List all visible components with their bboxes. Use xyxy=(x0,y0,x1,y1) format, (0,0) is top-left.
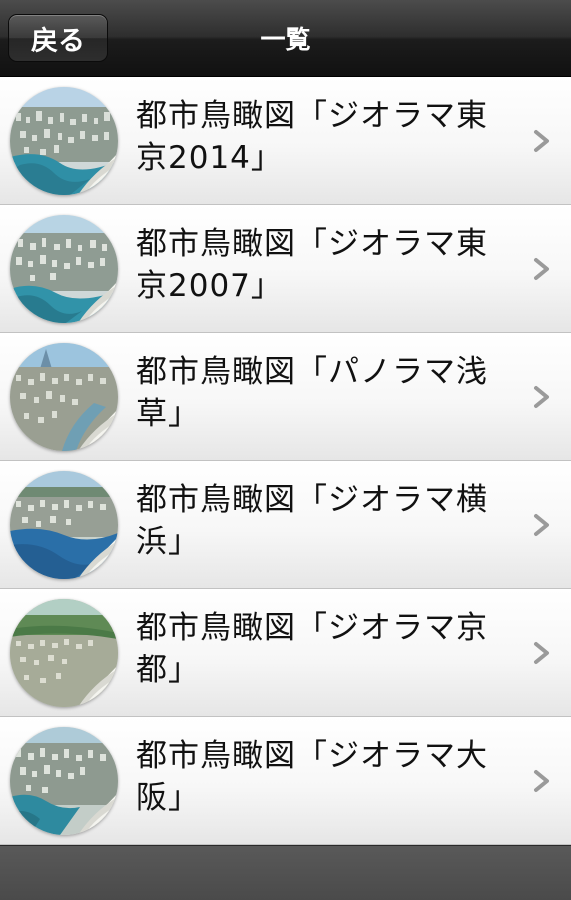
list-item-label: 都市鳥瞰図「ジオラマ東京2007」 xyxy=(136,226,488,304)
map-thumbnail-icon xyxy=(10,215,118,323)
map-list: 都市鳥瞰図「ジオラマ東京2014」 都市鳥瞰図「ジオラマ東京2007」 都市鳥瞰… xyxy=(0,77,571,845)
chevron-right-icon xyxy=(534,130,549,152)
list-item[interactable]: 都市鳥瞰図「ジオラマ東京2007」 xyxy=(0,205,571,333)
chevron-right-icon xyxy=(534,258,549,280)
back-button[interactable]: 戻る xyxy=(8,14,108,62)
list-item-label: 都市鳥瞰図「ジオラマ京都」 xyxy=(136,610,488,688)
list-item-label: 都市鳥瞰図「パノラマ浅草」 xyxy=(136,354,488,432)
app-screen: 戻る 一覧 都市鳥瞰図「ジオラマ東京2014」 都市鳥瞰図「ジオラマ東京2007… xyxy=(0,0,571,900)
map-thumbnail-icon xyxy=(10,343,118,451)
list-item-label: 都市鳥瞰図「ジオラマ大阪」 xyxy=(136,738,488,816)
list-item[interactable]: 都市鳥瞰図「ジオラマ大阪」 xyxy=(0,717,571,845)
bottom-bar xyxy=(0,845,571,900)
list-item[interactable]: 都市鳥瞰図「ジオラマ東京2014」 xyxy=(0,77,571,205)
chevron-right-icon xyxy=(534,514,549,536)
list-item[interactable]: 都市鳥瞰図「ジオラマ横浜」 xyxy=(0,461,571,589)
list-item-label: 都市鳥瞰図「ジオラマ横浜」 xyxy=(136,482,488,560)
chevron-right-icon xyxy=(534,386,549,408)
map-thumbnail-icon xyxy=(10,471,118,579)
map-thumbnail-icon xyxy=(10,727,118,835)
chevron-right-icon xyxy=(534,770,549,792)
list-item[interactable]: 都市鳥瞰図「ジオラマ京都」 xyxy=(0,589,571,717)
chevron-right-icon xyxy=(534,642,549,664)
map-thumbnail-icon xyxy=(10,87,118,195)
map-thumbnail-icon xyxy=(10,599,118,707)
list-item-label: 都市鳥瞰図「ジオラマ東京2014」 xyxy=(136,98,488,176)
list-item[interactable]: 都市鳥瞰図「パノラマ浅草」 xyxy=(0,333,571,461)
navigation-bar: 戻る 一覧 xyxy=(0,0,571,77)
